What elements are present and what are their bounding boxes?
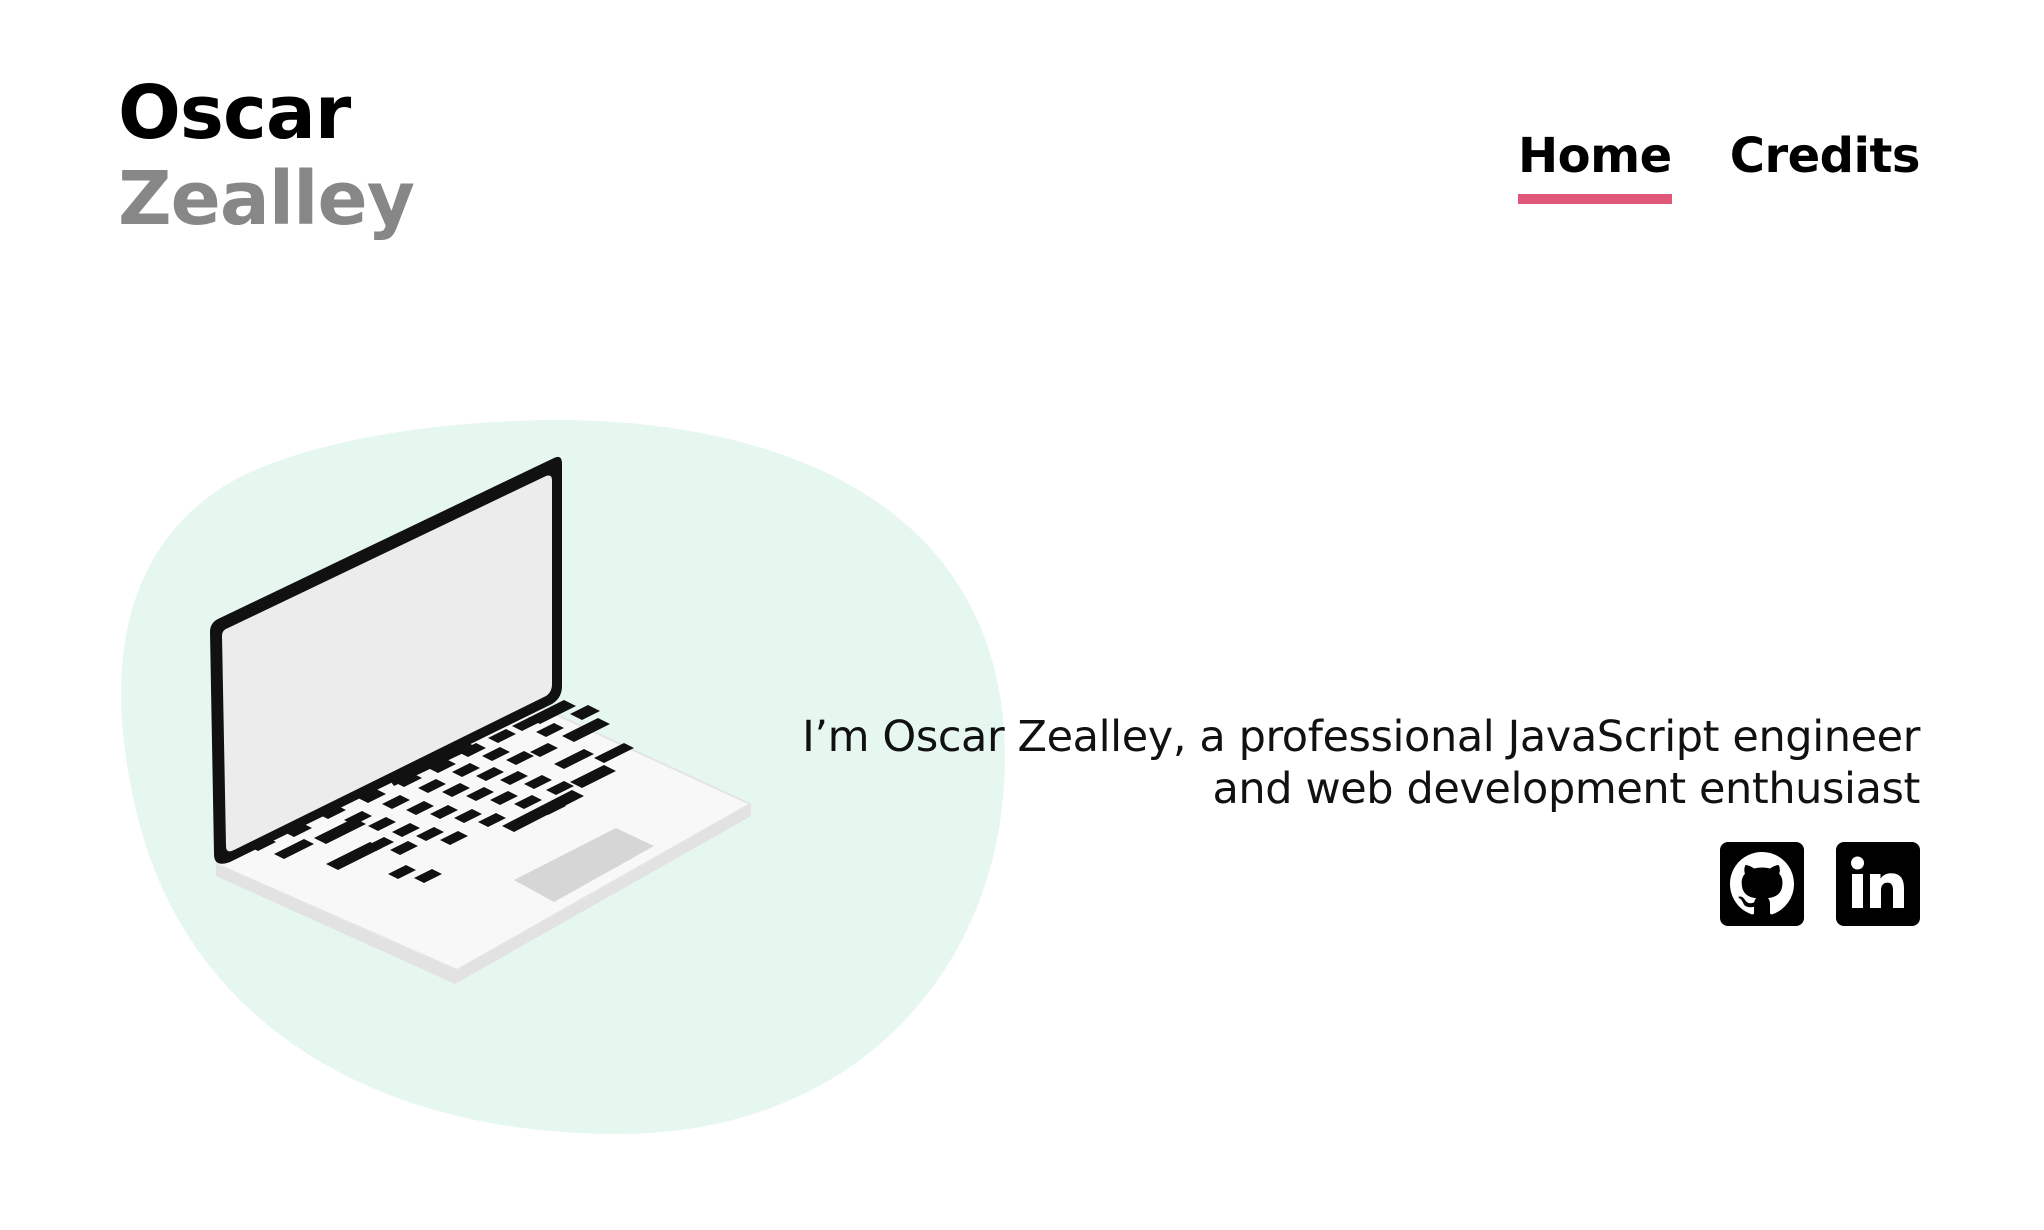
- nav-home-link[interactable]: Home: [1518, 128, 1672, 204]
- logo-last-name: Zealley: [118, 156, 415, 242]
- site-logo[interactable]: Oscar Zealley: [118, 70, 415, 242]
- tagline-line-1: I’m Oscar Zealley, a professional JavaSc…: [802, 712, 1920, 762]
- linkedin-link[interactable]: [1836, 842, 1920, 926]
- main-nav: Home Credits: [1518, 128, 1921, 204]
- logo-first-name: Oscar: [118, 70, 351, 156]
- tagline-line-2: and web development enthusiast: [1212, 764, 1920, 814]
- github-icon: [1730, 852, 1794, 915]
- linkedin-icon: [1851, 856, 1904, 908]
- nav-credits-link[interactable]: Credits: [1730, 128, 1921, 184]
- github-link[interactable]: [1720, 842, 1804, 926]
- social-links: [1720, 842, 1920, 926]
- hero-tagline: I’m Oscar Zealley, a professional JavaSc…: [720, 711, 1920, 815]
- page: Oscar Zealley Home Credits I’m Oscar Zea…: [0, 0, 2044, 1230]
